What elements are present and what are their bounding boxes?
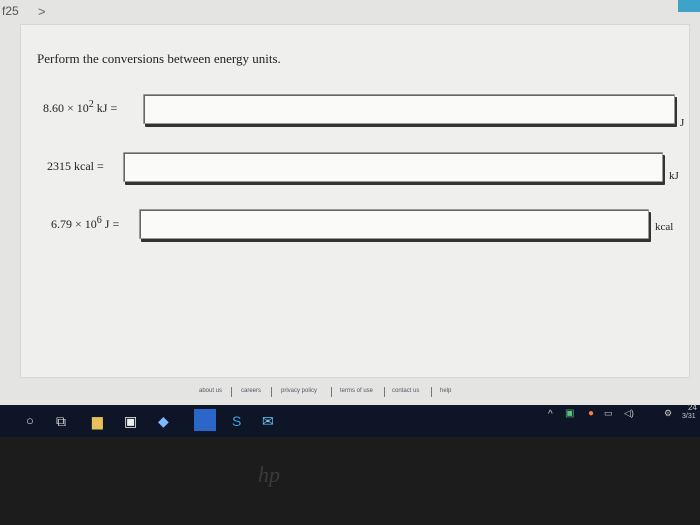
footer-link-privacy[interactable]: privacy policy xyxy=(281,388,317,394)
unit-label-2: kJ xyxy=(669,170,679,182)
conversion-label-2: 2315 kcal = xyxy=(47,159,104,173)
chevron-up-icon[interactable]: ^ xyxy=(548,409,553,420)
footer-link-about[interactable]: about us xyxy=(199,388,222,394)
footer-link-careers[interactable]: careers xyxy=(241,388,261,394)
footer-link-contact[interactable]: contact us xyxy=(392,388,419,394)
battery-icon[interactable]: ▭ xyxy=(604,408,613,419)
taskbar: ○ ⧉ ▆ ▣ ◆ S ✉ ^ ▣ ● ▭ ◁) ⚙ 24 3/31 xyxy=(0,403,700,437)
settings-icon[interactable]: ⚙ xyxy=(664,408,672,419)
mail-icon[interactable]: ✉ xyxy=(262,413,274,430)
screen: f25 > Perform the conversions between en… xyxy=(0,0,700,405)
footer-link-terms[interactable]: terms of use xyxy=(340,388,373,394)
conversion-label-1: 8.60 × 102 kJ = xyxy=(43,99,118,115)
answer-input-2[interactable] xyxy=(123,152,663,182)
unit-label-3: kcal xyxy=(655,221,674,233)
footer-link-help[interactable]: help xyxy=(440,388,451,394)
corner-button[interactable] xyxy=(678,0,700,12)
active-app-icon[interactable] xyxy=(194,409,216,431)
question-panel: Perform the conversions between energy u… xyxy=(20,24,690,378)
start-circle-icon[interactable]: ○ xyxy=(26,413,34,428)
clock-time[interactable]: 24 xyxy=(688,403,697,412)
hp-logo: hp xyxy=(258,462,280,487)
conversion-label-3: 6.79 × 106 J = xyxy=(51,215,120,231)
tray-app-icon-2[interactable]: ● xyxy=(588,408,594,419)
tray-app-icon[interactable]: ▣ xyxy=(565,408,574,419)
dropbox-icon[interactable]: ◆ xyxy=(158,413,169,430)
clock-date[interactable]: 3/31 xyxy=(682,413,696,420)
answer-input-1[interactable] xyxy=(143,94,675,124)
store-icon[interactable]: ▣ xyxy=(124,413,137,430)
task-view-icon[interactable]: ⧉ xyxy=(56,413,66,430)
question-text: Perform the conversions between energy u… xyxy=(37,51,281,66)
question-number: f25 xyxy=(2,4,19,18)
stripe-icon[interactable]: S xyxy=(232,413,241,429)
answer-input-3[interactable] xyxy=(139,209,649,239)
file-explorer-icon[interactable]: ▆ xyxy=(92,413,103,430)
unit-label-1: J xyxy=(680,117,685,129)
volume-icon[interactable]: ◁) xyxy=(624,408,634,419)
top-bar: f25 > xyxy=(0,0,700,26)
next-arrow-icon[interactable]: > xyxy=(38,4,46,19)
